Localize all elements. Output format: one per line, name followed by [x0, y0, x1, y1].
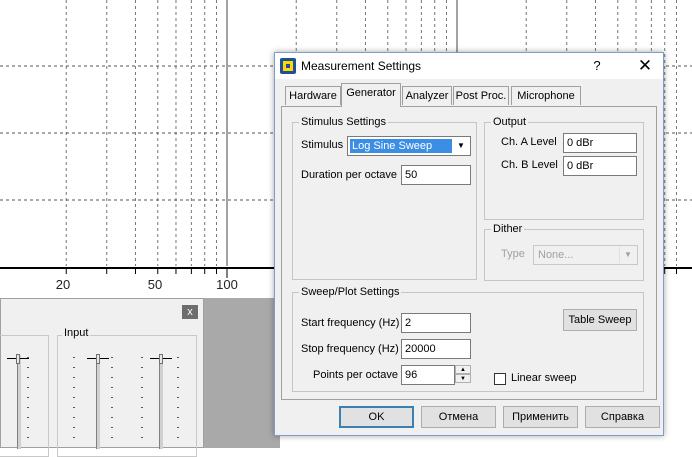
- fader-scale: [141, 357, 143, 447]
- fader-scale: [27, 357, 29, 447]
- start-frequency-input[interactable]: 2: [401, 313, 471, 333]
- dither-type-select[interactable]: None... ▼: [533, 245, 638, 265]
- points-per-octave-input[interactable]: 96: [401, 365, 455, 385]
- fader-knob[interactable]: [150, 354, 172, 364]
- ch-a-level-label: Ch. A Level: [501, 136, 557, 148]
- stimulus-select[interactable]: Log Sine Sweep ▼: [347, 136, 471, 156]
- tab-microphone[interactable]: Microphone: [511, 86, 581, 105]
- dither-type-value: None...: [538, 249, 574, 261]
- fader-knob[interactable]: [87, 354, 109, 364]
- tab-post-proc[interactable]: Post Proc.: [453, 86, 509, 105]
- mixer-close-button[interactable]: x: [182, 305, 198, 319]
- stop-frequency-label: Stop frequency (Hz): [301, 343, 399, 355]
- points-per-octave-spinner[interactable]: ▲ ▼: [455, 365, 471, 385]
- app-icon: [280, 58, 296, 74]
- spin-up-icon[interactable]: ▲: [455, 365, 471, 374]
- title-bar: Measurement Settings ? ✕: [275, 53, 663, 79]
- tab-hardware[interactable]: Hardware: [285, 86, 341, 105]
- dialog-title: Measurement Settings: [301, 59, 422, 73]
- ch-a-level-input[interactable]: 0 dBr: [563, 133, 637, 153]
- table-sweep-button[interactable]: Table Sweep: [563, 309, 637, 331]
- ok-button[interactable]: OK: [339, 406, 414, 428]
- fader-scale: [177, 357, 179, 447]
- mixer-input-label: Input: [62, 327, 91, 339]
- fader-track: [17, 355, 21, 449]
- dither-type-label: Type: [501, 248, 525, 260]
- fader-track: [96, 355, 100, 449]
- ch-b-level-input[interactable]: 0 dBr: [563, 156, 637, 176]
- linear-sweep-checkbox[interactable]: [494, 373, 506, 385]
- spin-down-icon[interactable]: ▼: [455, 374, 471, 383]
- fader-scale: [73, 357, 75, 447]
- x-axis-tick-label: 100: [216, 277, 238, 292]
- x-axis-tick-label: 50: [147, 277, 163, 292]
- points-per-octave-label: Points per octave: [313, 369, 398, 381]
- cancel-button[interactable]: Отмена: [421, 406, 496, 428]
- help-title-button[interactable]: ?: [581, 53, 613, 79]
- x-axis-tick-label: 20: [55, 277, 71, 292]
- start-frequency-label: Start frequency (Hz): [301, 317, 400, 329]
- measurement-settings-dialog: Measurement Settings ? ✕ Hardware Genera…: [274, 52, 664, 436]
- apply-button[interactable]: Применить: [503, 406, 578, 428]
- sweep-plot-settings-label: Sweep/Plot Settings: [299, 286, 402, 298]
- fader-scale: [111, 357, 113, 447]
- duration-per-octave-label: Duration per octave: [301, 169, 397, 181]
- dither-group: Dither Type None... ▼: [484, 223, 644, 281]
- linear-sweep-label: Linear sweep: [511, 372, 577, 384]
- mixer-window: [0, 298, 204, 457]
- close-button[interactable]: ✕: [627, 53, 663, 79]
- stimulus-label: Stimulus: [301, 139, 344, 151]
- tab-generator[interactable]: Generator: [341, 83, 401, 107]
- tab-analyzer[interactable]: Analyzer: [402, 86, 452, 105]
- desktop-background: [204, 298, 280, 448]
- stop-frequency-input[interactable]: 20000: [401, 339, 471, 359]
- dither-label: Dither: [491, 223, 525, 235]
- duration-per-octave-input[interactable]: 50: [401, 165, 471, 185]
- sweep-plot-settings-group: Sweep/Plot Settings Start frequency (Hz)…: [292, 286, 644, 392]
- fader-knob[interactable]: [7, 354, 29, 364]
- output-label: Output: [491, 116, 529, 128]
- chevron-down-icon: ▼: [457, 141, 465, 150]
- stimulus-settings-group: Stimulus Settings Stimulus Log Sine Swee…: [292, 116, 477, 280]
- tab-panel-generator: Stimulus Settings Stimulus Log Sine Swee…: [281, 106, 657, 400]
- ch-b-level-label: Ch. B Level: [501, 159, 558, 171]
- chevron-down-icon: ▼: [619, 247, 636, 263]
- stimulus-settings-label: Stimulus Settings: [299, 116, 388, 128]
- fader-track: [159, 355, 163, 449]
- help-button[interactable]: Справка: [585, 406, 660, 428]
- mixer-input-group: [57, 335, 197, 457]
- output-group: Output Ch. A Level 0 dBr Ch. B Level 0 d…: [484, 116, 644, 220]
- stimulus-selected-value: Log Sine Sweep: [350, 139, 452, 153]
